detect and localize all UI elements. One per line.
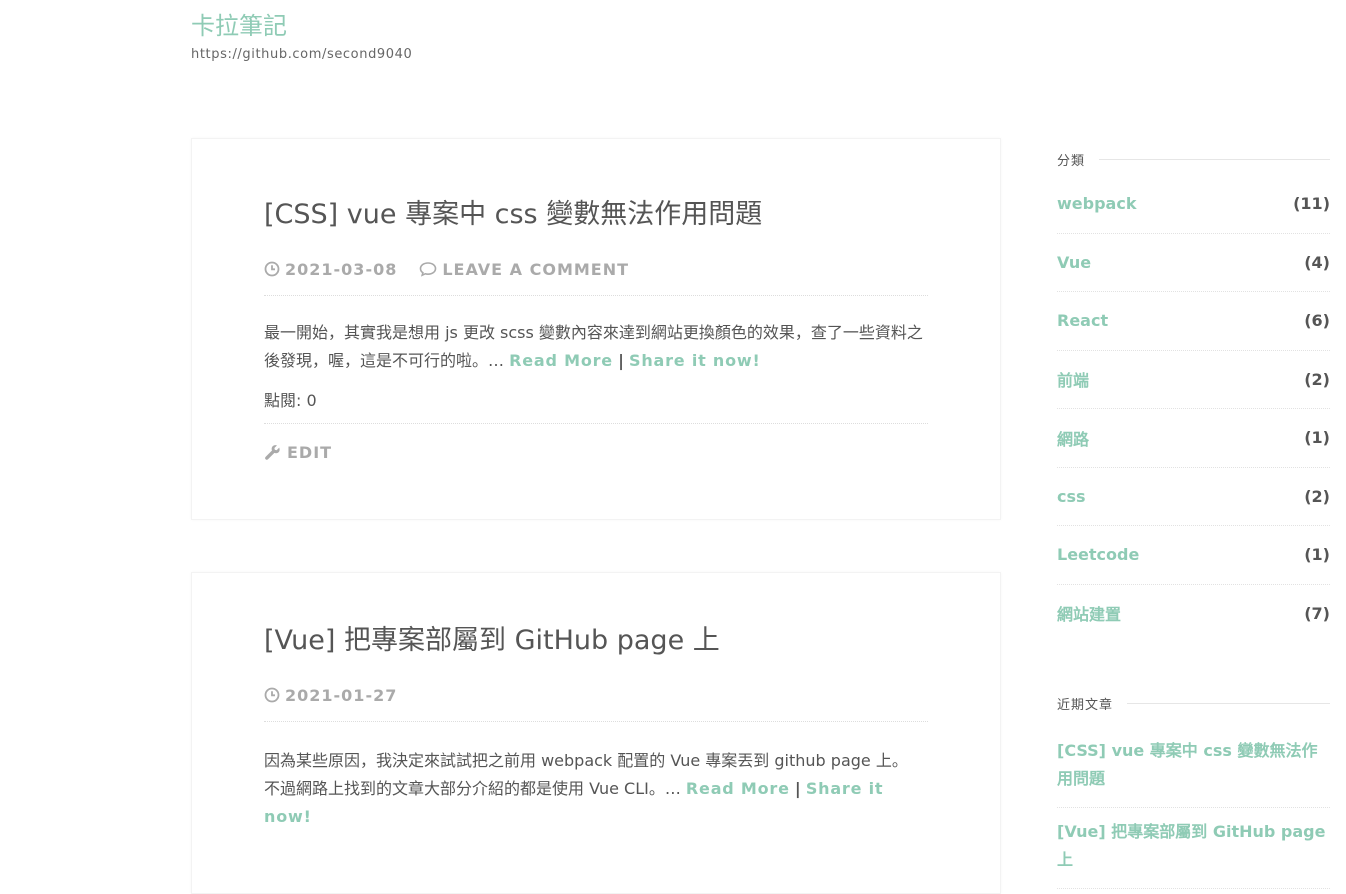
wrench-icon — [265, 445, 280, 460]
post-excerpt: 因為某些原因，我決定來試試把之前用 webpack 配置的 Vue 專案丟到 g… — [264, 747, 928, 831]
category-item: webpack (11) — [1057, 175, 1330, 234]
share-link[interactable]: Share it now! — [629, 351, 761, 370]
site-description: https://github.com/second9040 — [191, 47, 413, 62]
category-count: (2) — [1304, 369, 1330, 389]
category-item: 前端 (2) — [1057, 351, 1330, 409]
category-link[interactable]: webpack — [1057, 194, 1136, 213]
category-list: webpack (11) Vue (4) React (6) 前端 (2) 網路… — [1057, 175, 1330, 642]
excerpt-text: 因為某些原因，我決定來試試把之前用 webpack 配置的 Vue 專案丟到 g… — [264, 751, 908, 770]
category-item: Vue (4) — [1057, 234, 1330, 292]
title-rule — [1127, 703, 1330, 704]
category-count: (2) — [1304, 486, 1330, 506]
post-meta: 2021-03-08 LEAVE A COMMENT — [264, 257, 928, 281]
widget-title-text: 近期文章 — [1057, 698, 1114, 713]
clock-icon — [264, 261, 280, 277]
category-item: 網路 (1) — [1057, 409, 1330, 468]
read-more-link[interactable]: Read More — [686, 779, 790, 798]
site-title[interactable]: 卡拉筆記 — [191, 6, 287, 41]
category-count: (6) — [1304, 311, 1330, 331]
category-count: (11) — [1293, 194, 1330, 214]
category-link[interactable]: Vue — [1057, 253, 1091, 272]
recent-post-link[interactable]: [Vue] 把專案部屬到 GitHub page 上 — [1057, 808, 1330, 889]
category-link[interactable]: React — [1057, 311, 1108, 330]
post-title[interactable]: [Vue] 把專案部屬到 GitHub page 上 — [264, 623, 928, 659]
category-item: React (6) — [1057, 292, 1330, 351]
recent-posts-list: [CSS] vue 專案中 css 變數無法作用問題 [Vue] 把專案部屬到 … — [1057, 727, 1330, 889]
divider — [264, 295, 928, 296]
category-count: (1) — [1304, 428, 1330, 448]
category-count: (7) — [1304, 603, 1330, 623]
read-more-link[interactable]: Read More — [509, 351, 613, 370]
separator: | — [794, 779, 801, 798]
post-title[interactable]: [CSS] vue 專案中 css 變數無法作用問題 — [264, 197, 928, 233]
category-link[interactable]: 前端 — [1057, 367, 1089, 391]
category-item: css (2) — [1057, 468, 1330, 526]
post-excerpt: 最一開始，其實我是想用 js 更改 scss 變數內容來達到網站更換顏色的效果，… — [264, 319, 928, 375]
post-card: [Vue] 把專案部屬到 GitHub page 上 2021-01-27 因為… — [191, 572, 1001, 894]
post-date[interactable]: 2021-01-27 — [264, 686, 397, 705]
separator: | — [618, 351, 624, 370]
excerpt-text: 不過網路上找到的文章大部分介紹的都是使用 Vue CLI。… — [264, 779, 681, 798]
divider — [264, 721, 928, 722]
categories-widget-title: 分類 — [1057, 150, 1330, 169]
category-item: 網站建置 (7) — [1057, 585, 1330, 643]
comment-icon — [420, 262, 437, 277]
category-link[interactable]: Leetcode — [1057, 545, 1139, 564]
recent-post-link[interactable]: [CSS] vue 專案中 css 變數無法作用問題 — [1057, 727, 1330, 808]
view-count: 點閱: 0 — [264, 391, 317, 410]
category-link[interactable]: 網路 — [1057, 426, 1089, 450]
post-date[interactable]: 2021-03-08 — [264, 260, 397, 279]
post-date-text: 2021-03-08 — [285, 259, 398, 279]
title-rule — [1099, 159, 1330, 160]
sidebar: 分類 webpack (11) Vue (4) React (6) 前端 (2)… — [1057, 150, 1330, 889]
recent-posts-widget-title: 近期文章 — [1057, 694, 1330, 713]
category-count: (1) — [1304, 545, 1330, 565]
post-card: [CSS] vue 專案中 css 變數無法作用問題 2021-03-08 LE… — [191, 138, 1001, 520]
category-link[interactable]: 網站建置 — [1057, 601, 1121, 625]
leave-comment-text: LEAVE A COMMENT — [442, 259, 630, 279]
edit-link[interactable]: EDIT — [264, 443, 928, 462]
category-item: Leetcode (1) — [1057, 526, 1330, 585]
post-date-text: 2021-01-27 — [285, 685, 398, 705]
divider — [264, 423, 928, 424]
category-count: (4) — [1304, 252, 1330, 272]
clock-icon — [264, 687, 280, 703]
category-link[interactable]: css — [1057, 487, 1086, 506]
post-meta: 2021-01-27 — [264, 683, 928, 707]
widget-title-text: 分類 — [1057, 154, 1086, 169]
edit-text: EDIT — [287, 443, 333, 462]
leave-comment-link[interactable]: LEAVE A COMMENT — [419, 260, 629, 279]
